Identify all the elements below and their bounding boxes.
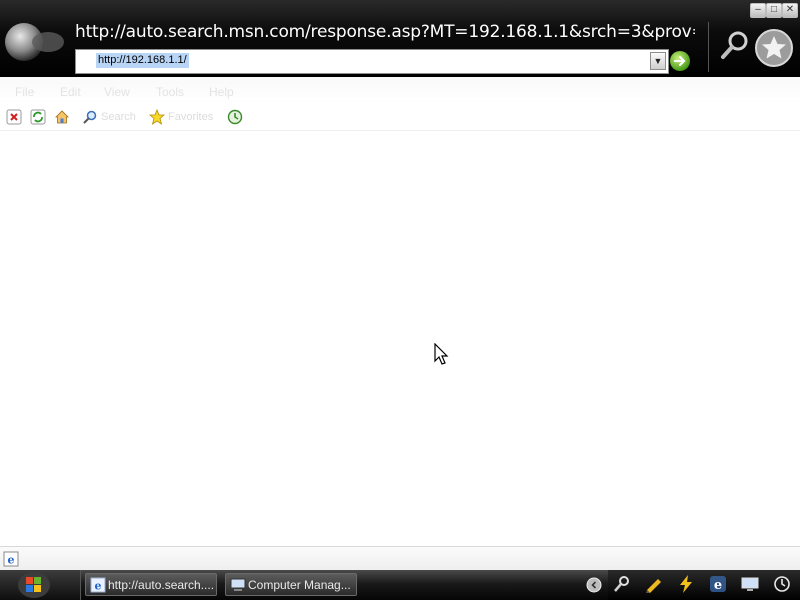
menu-view[interactable]: View <box>104 85 130 99</box>
taskbar: e http://auto.search.... Computer Manag.… <box>0 570 800 600</box>
favorites-label[interactable]: Favorites <box>168 111 213 123</box>
taskbar-item-computer-management[interactable]: Computer Manag... <box>225 573 357 596</box>
minimize-button[interactable]: – <box>750 3 766 18</box>
taskbar-item-label: http://auto.search.... <box>108 578 214 592</box>
status-bar: e <box>0 546 800 571</box>
favorites-icon[interactable] <box>149 109 165 125</box>
browser-chrome: http://auto.search.msn.com/response.asp?… <box>0 0 800 77</box>
menu-help[interactable]: Help <box>209 85 234 99</box>
menu-file[interactable]: File <box>15 85 34 99</box>
home-icon[interactable] <box>54 109 70 125</box>
ie-page-icon: e <box>3 551 19 567</box>
ie-icon: e <box>90 577 106 593</box>
windows-logo-icon <box>18 572 50 598</box>
svg-text:e: e <box>8 554 15 567</box>
taskbar-item-label: Computer Manag... <box>248 578 351 592</box>
tray-clock-icon[interactable] <box>772 574 792 594</box>
tray-lightning-icon[interactable] <box>676 574 696 594</box>
show-hidden-icons-icon[interactable] <box>586 577 602 593</box>
go-button[interactable] <box>670 51 690 71</box>
tray-network-icon[interactable]: e <box>708 574 728 594</box>
menu-bar: File Edit View Tools Help <box>0 77 800 105</box>
menu-edit[interactable]: Edit <box>60 85 81 99</box>
search-label[interactable]: Search <box>101 111 136 123</box>
command-toolbar: Search Favorites <box>0 105 800 131</box>
mouse-pointer-icon <box>434 343 449 365</box>
tray-monitor-icon[interactable] <box>740 574 760 594</box>
svg-text:e: e <box>95 580 102 593</box>
menu-tools[interactable]: Tools <box>156 85 184 99</box>
taskbar-item-browser[interactable]: e http://auto.search.... <box>85 573 217 596</box>
go-arrow-icon <box>673 55 686 67</box>
toolbar-divider <box>708 22 709 72</box>
search-toolbar-icon[interactable] <box>82 109 98 125</box>
history-icon[interactable] <box>227 109 243 125</box>
search-icon[interactable] <box>718 28 752 62</box>
start-button[interactable] <box>0 570 81 600</box>
favorites-star-icon[interactable] <box>754 28 794 68</box>
svg-text:e: e <box>714 578 722 593</box>
tray-pen-icon[interactable] <box>644 574 664 594</box>
close-button[interactable]: ✕ <box>782 3 798 18</box>
restore-button[interactable]: □ <box>766 3 782 18</box>
stop-icon[interactable] <box>6 109 22 125</box>
address-dropdown-button[interactable]: ▼ <box>650 52 666 70</box>
system-tray: e <box>608 570 800 600</box>
address-bar[interactable]: http://192.168.1.1/ ▼ <box>75 49 669 74</box>
page-content[interactable] <box>0 131 800 546</box>
tray-search-icon[interactable] <box>612 574 632 594</box>
computer-management-icon <box>230 578 246 591</box>
refresh-icon[interactable] <box>30 109 46 125</box>
address-input[interactable]: http://192.168.1.1/ <box>96 53 189 68</box>
back-forward-orb-icon[interactable] <box>2 20 68 62</box>
window-title: http://auto.search.msn.com/response.asp?… <box>75 22 695 42</box>
